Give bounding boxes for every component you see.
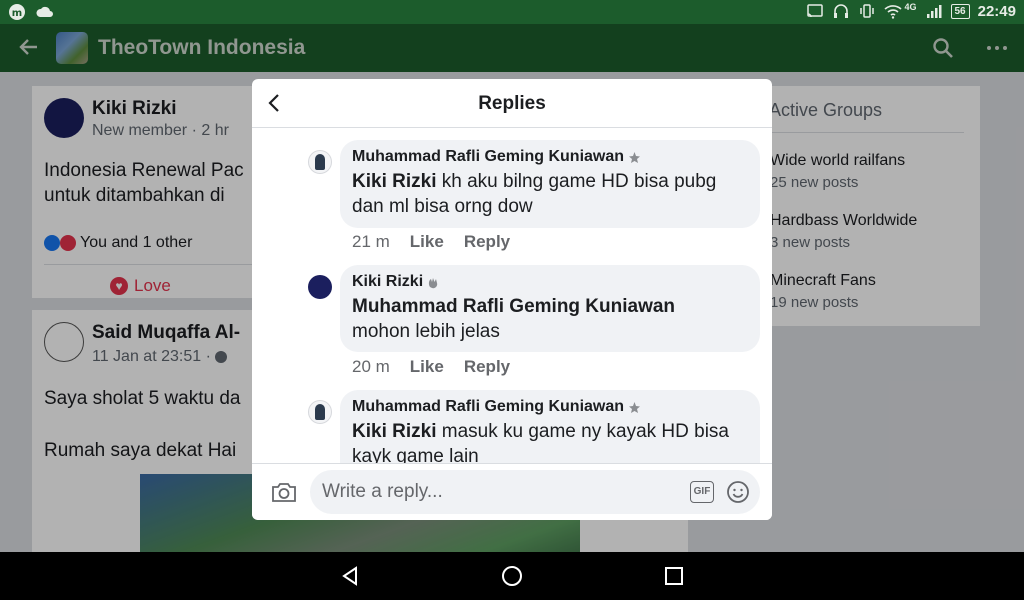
signal-icon <box>926 5 941 18</box>
commenter-avatar[interactable] <box>308 275 332 299</box>
reply-button[interactable]: Reply <box>464 232 510 252</box>
member-badge-icon <box>629 401 641 413</box>
reply-text: Kiki Rizki masuk ku game ny kayak HD bis… <box>352 419 748 463</box>
reply-actions: 20 m Like Reply <box>352 357 510 377</box>
status-bar: m 4G 56 22:49 <box>0 0 1024 24</box>
reply-author-name: Kiki Rizki <box>352 273 424 290</box>
mention[interactable]: Muhammad Rafli Geming Kuniawan <box>352 294 748 319</box>
reply-author[interactable]: Muhammad Rafli Geming Kuniawan <box>352 398 748 416</box>
network-type: 4G <box>904 2 917 12</box>
commenter-avatar[interactable] <box>308 150 332 174</box>
replies-list[interactable]: Muhammad Rafli Geming Kuniawan Kiki Rizk… <box>252 129 772 463</box>
dialog-title: Replies <box>478 93 546 114</box>
reply-author-name: Muhammad Rafli Geming Kuniawan <box>352 398 625 415</box>
reply-bubble[interactable]: Muhammad Rafli Geming Kuniawan Kiki Rizk… <box>340 140 760 228</box>
reply-composer: GIF <box>252 463 772 520</box>
dialog-header: Replies <box>252 79 772 128</box>
commenter-avatar[interactable] <box>308 400 332 424</box>
headphones-icon <box>834 4 849 18</box>
reply-author[interactable]: Muhammad Rafli Geming Kuniawan <box>352 148 748 166</box>
reply-author-name: Muhammad Rafli Geming Kuniawan <box>352 148 625 165</box>
reply-body: mohon lebih jelas <box>352 321 500 342</box>
waving-hand-icon <box>429 277 438 288</box>
nav-recents-icon[interactable] <box>662 564 686 588</box>
cloud-icon <box>36 6 53 17</box>
gif-button[interactable]: GIF <box>690 481 714 503</box>
reply-text: Kiki Rizki kh aku bilng game HD bisa pub… <box>352 169 748 219</box>
reply-time: 20 m <box>352 357 390 376</box>
reply-text: Muhammad Rafli Geming Kuniawan mohon leb… <box>352 294 748 344</box>
clock: 22:49 <box>977 2 1016 20</box>
reply-author[interactable]: Kiki Rizki <box>352 273 748 291</box>
camera-icon[interactable] <box>270 480 298 504</box>
reply-button[interactable]: Reply <box>464 357 510 377</box>
mention[interactable]: Kiki Rizki <box>352 421 436 442</box>
emoji-icon[interactable] <box>726 480 750 504</box>
nav-home-icon[interactable] <box>500 564 524 588</box>
svg-text:m: m <box>12 8 22 19</box>
like-button[interactable]: Like <box>410 232 444 252</box>
replies-dialog: Replies Muhammad Rafli Geming Kuniawan K… <box>252 79 772 520</box>
reply-time: 21 m <box>352 232 390 251</box>
mention[interactable]: Kiki Rizki <box>352 171 436 192</box>
reply-bubble[interactable]: Muhammad Rafli Geming Kuniawan Kiki Rizk… <box>340 390 760 463</box>
cast-icon <box>807 4 824 18</box>
system-navigation-bar <box>0 552 1024 600</box>
battery-indicator: 56 <box>950 3 970 19</box>
reply-bubble[interactable]: Kiki Rizki Muhammad Rafli Geming Kuniawa… <box>340 265 760 352</box>
wifi-icon <box>884 5 903 19</box>
messenger-lite-icon: m <box>9 4 25 20</box>
vibrate-icon <box>860 4 875 18</box>
nav-back-icon[interactable] <box>338 564 362 588</box>
member-badge-icon <box>629 151 641 163</box>
like-button[interactable]: Like <box>410 357 444 377</box>
reply-actions: 21 m Like Reply <box>352 232 510 252</box>
